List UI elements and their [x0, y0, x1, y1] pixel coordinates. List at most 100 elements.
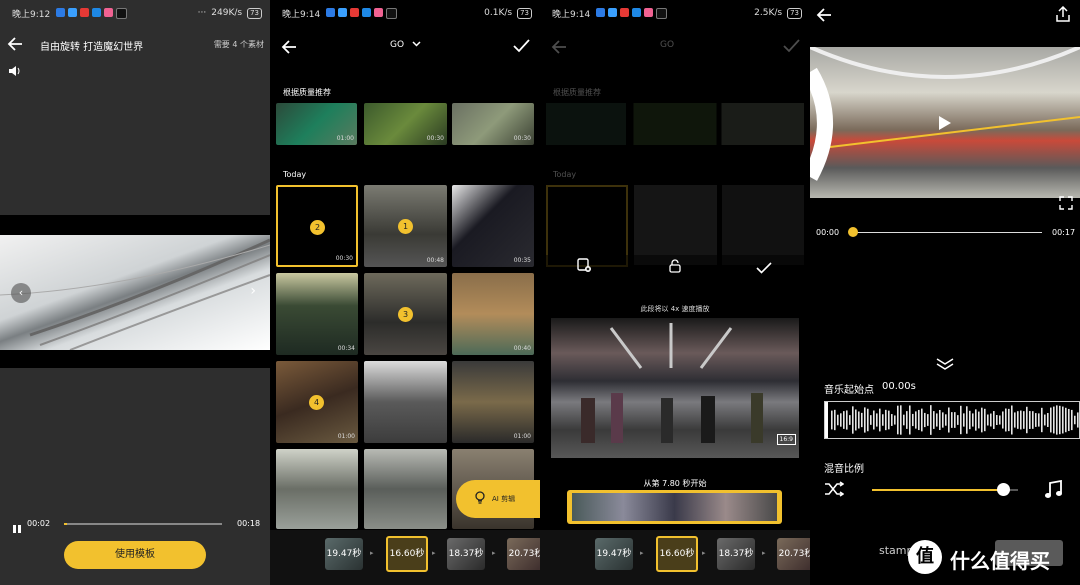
waveform-bar: [1038, 413, 1040, 427]
progress-track[interactable]: [852, 232, 1042, 233]
waveform-bar: [1023, 411, 1025, 429]
waveform-bar: [984, 408, 986, 432]
clip-item[interactable]: 20.73秒: [507, 538, 540, 570]
section-recommended: 根据质量推荐: [283, 88, 331, 97]
clip-preview-video[interactable]: 16:9: [551, 318, 799, 458]
waveform-bar: [882, 414, 884, 426]
waveform-bar: [1074, 415, 1076, 425]
clip-item[interactable]: 18.37秒: [717, 538, 755, 570]
media-thumb[interactable]: 00:34: [276, 273, 358, 355]
waveform-bar: [1008, 408, 1010, 432]
waveform-bar: [1041, 407, 1043, 433]
waveform-bar: [972, 413, 974, 427]
confirm-check-icon[interactable]: [513, 38, 530, 57]
media-thumb[interactable]: [364, 361, 447, 443]
clip-item-selected[interactable]: 16.60秒: [386, 536, 428, 572]
clip-arrow-icon: ▸: [762, 549, 766, 557]
media-thumb-selected[interactable]: 2 00:30: [276, 185, 358, 267]
selection-badge: 3: [398, 307, 413, 322]
status-bar: 晚上9:12 ··· 249K/s 73: [0, 0, 270, 26]
dimmed-section-today: Today: [553, 170, 577, 179]
mix-ratio-label: 混音比例: [824, 464, 864, 475]
confirm-clip-icon[interactable]: [756, 259, 772, 278]
delete-clip-icon[interactable]: [577, 258, 592, 277]
share-icon[interactable]: [1056, 5, 1070, 26]
dimmed-check-icon: [783, 38, 800, 57]
clip-item[interactable]: 20.73秒: [777, 538, 810, 570]
waveform-bar: [873, 410, 875, 430]
waveform-bar: [897, 405, 899, 435]
waveform-bar: [954, 412, 956, 428]
waveform-bar: [1062, 406, 1064, 434]
volume-icon[interactable]: [8, 63, 22, 77]
back-icon[interactable]: [7, 35, 25, 53]
waveform-bar: [840, 413, 842, 427]
next-arrow-icon[interactable]: ›: [250, 283, 256, 299]
video-area-top: [0, 215, 270, 235]
mix-slider-fill: [872, 489, 1004, 491]
media-thumb[interactable]: 00:40: [452, 273, 534, 355]
status-time: 晚上9:14: [552, 9, 591, 20]
media-thumb[interactable]: 4 01:00: [276, 361, 358, 443]
media-thumb[interactable]: 1 00:48: [364, 185, 447, 267]
collapse-chevron-icon[interactable]: [936, 355, 954, 374]
clip-item-selected[interactable]: 16.60秒: [656, 536, 698, 572]
shuffle-icon[interactable]: [824, 481, 845, 501]
trim-strip[interactable]: [567, 490, 782, 524]
ai-edit-label: AI 剪辑: [492, 495, 516, 503]
total-time: 00:17: [1052, 228, 1076, 237]
template-video[interactable]: ‹ ›: [0, 235, 270, 350]
play-icon[interactable]: [938, 115, 952, 135]
ai-edit-button[interactable]: AI 剪辑: [456, 480, 540, 518]
clip-arrow-icon: ▸: [370, 549, 374, 557]
status-time: 晚上9:14: [282, 9, 321, 20]
media-thumb[interactable]: 00:35: [452, 185, 534, 267]
clip-editor-screen: 晚上9:14 2.5K/s 73 GO 根据质量推荐 Today 此段将以 4x …: [540, 0, 810, 585]
unlock-icon[interactable]: [669, 258, 681, 277]
recommended-thumb[interactable]: 01:00: [276, 103, 357, 145]
media-thumb[interactable]: 01:00: [452, 361, 534, 443]
clip-item[interactable]: 19.47秒: [325, 538, 363, 570]
use-template-button[interactable]: 使用模板: [64, 541, 206, 569]
media-thumb[interactable]: [276, 449, 358, 529]
progress-thumb[interactable]: [848, 227, 858, 237]
back-icon[interactable]: [816, 6, 834, 28]
album-name: GO: [390, 40, 405, 50]
lightbulb-icon: [474, 490, 486, 509]
result-video[interactable]: [810, 47, 1080, 198]
audio-waveform[interactable]: [824, 401, 1080, 439]
waveform-bar: [918, 409, 920, 431]
waveform-bar: [927, 414, 929, 426]
waveform-bar: [837, 414, 839, 426]
album-selector[interactable]: GO: [390, 40, 421, 50]
selection-badge: 2: [310, 220, 325, 235]
waveform-bar: [1035, 413, 1037, 427]
media-thumb[interactable]: [364, 449, 447, 529]
waveform-bar: [888, 410, 890, 430]
selection-badge: 1: [398, 219, 413, 234]
recommended-thumb[interactable]: 00:30: [452, 103, 534, 145]
network-speed: 249K/s: [211, 8, 243, 18]
waveform-bar: [990, 413, 992, 427]
music-note-icon[interactable]: [1044, 479, 1064, 504]
status-time: 晚上9:12: [12, 9, 51, 20]
fullscreen-icon[interactable]: [1059, 195, 1073, 214]
mix-slider-track[interactable]: [872, 489, 1018, 491]
recommended-thumb[interactable]: 00:30: [364, 103, 447, 145]
waveform-bar: [981, 407, 983, 433]
waveform-bar: [966, 406, 968, 434]
clip-item[interactable]: 18.37秒: [447, 538, 485, 570]
music-editor-screen: 00:00 00:17 音乐起始点 00.00s: [810, 0, 1080, 585]
waveform-bar: [1011, 405, 1013, 435]
progress-track[interactable]: [64, 523, 222, 525]
waveform-bar: [951, 412, 953, 428]
waveform-bar: [849, 415, 851, 425]
pause-icon[interactable]: [12, 519, 22, 533]
clip-item[interactable]: 19.47秒: [595, 538, 633, 570]
clip-arrow-icon: ▸: [492, 549, 496, 557]
back-icon[interactable]: [281, 38, 299, 56]
aspect-ratio-badge[interactable]: 16:9: [776, 434, 796, 445]
waveform-bar: [1020, 410, 1022, 430]
prev-arrow-icon[interactable]: ‹: [11, 283, 31, 303]
media-thumb[interactable]: 3: [364, 273, 447, 355]
